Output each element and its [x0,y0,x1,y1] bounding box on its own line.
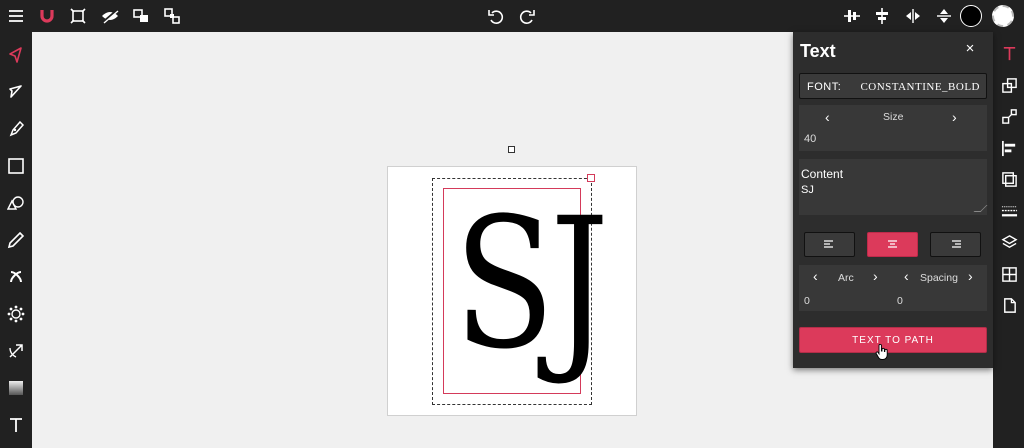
gradient-icon[interactable] [6,378,26,398]
arc-value[interactable]: 0 [804,295,810,307]
flip-vertical-icon[interactable] [934,6,954,26]
resize-icon[interactable] [999,106,1019,126]
left-toolbar [0,32,32,448]
arc-decrease-chevron-left-icon[interactable]: ‹ [813,269,818,283]
align-left-text-icon [824,239,833,248]
flip-horizontal-icon[interactable] [903,6,923,26]
menu-icon[interactable] [6,6,26,26]
align-center-horizontal-icon[interactable] [872,6,892,26]
rotate-handle[interactable] [508,146,515,153]
fill-color-swatch[interactable] [960,5,982,27]
font-selector[interactable]: FONT: CONSTANTINE_BOLD [799,73,987,99]
grid-icon[interactable] [999,264,1019,284]
arc-spacing-control: ‹ Arc › 0 ‹ Spacing › 0 [799,265,987,311]
undo-icon[interactable] [486,6,506,26]
align-text-left-button[interactable] [804,232,855,257]
size-increase-chevron-right-icon[interactable]: › [952,110,957,124]
pattern-icon[interactable] [6,304,26,324]
content-value[interactable]: SJ [801,184,814,196]
font-value: CONSTANTINE_BOLD [860,81,980,93]
text-panel-icon[interactable] [999,43,1019,63]
align-text-right-button[interactable] [930,232,981,257]
direct-select-icon[interactable] [6,82,26,102]
pen-icon[interactable] [6,119,26,139]
font-label: FONT: [807,81,842,93]
align-left-icon[interactable] [999,138,1019,158]
pointer-icon[interactable] [6,45,26,65]
content-textarea[interactable]: Content SJ [799,159,988,215]
shape-icon[interactable] [6,193,26,213]
align-center-text-icon [888,239,897,248]
size-decrease-chevron-left-icon[interactable]: ‹ [825,110,830,124]
close-icon[interactable]: × [963,41,977,56]
spacing-value[interactable]: 0 [897,295,903,307]
size-control: ‹ Size › 40 [799,105,987,151]
redo-icon[interactable] [517,6,537,26]
magnet-icon[interactable] [37,6,57,26]
pencil-icon[interactable] [6,230,26,250]
align-text-center-button[interactable] [867,232,918,257]
hide-icon[interactable] [100,6,120,26]
stroke-style-icon[interactable] [999,201,1019,221]
spacing-increase-chevron-right-icon[interactable]: › [968,269,973,283]
ungroup-icon[interactable] [162,6,182,26]
group-icon[interactable] [131,6,151,26]
align-right-text-icon [952,239,961,248]
canvas-text-object[interactable]: SJ [454,180,609,390]
panel-title: Text [800,41,836,61]
fit-frame-icon[interactable] [68,6,88,26]
size-label: Size [883,111,904,123]
hand-cursor-icon [875,344,888,360]
content-label: Content [801,167,844,181]
brush-icon[interactable] [6,267,26,287]
transform-icon[interactable] [999,75,1019,95]
stroke-color-swatch[interactable] [992,5,1014,27]
align-center-vertical-icon[interactable] [842,6,862,26]
layers-icon[interactable] [999,232,1019,252]
arc-increase-chevron-right-icon[interactable]: › [873,269,878,283]
spacing-label: Spacing [920,272,958,284]
right-toolbar [993,32,1024,448]
text-tool-icon[interactable] [6,415,26,435]
gradient-arrow-icon[interactable] [6,341,26,361]
textarea-resize-icon[interactable] [973,205,988,212]
top-toolbar [0,0,1024,32]
arc-label: Arc [838,272,854,284]
text-to-path-button[interactable]: TEXT TO PATH [799,327,987,353]
text-panel: Text × FONT: CONSTANTINE_BOLD ‹ Size › 4… [793,32,993,368]
rectangle-icon[interactable] [6,156,26,176]
spacing-decrease-chevron-left-icon[interactable]: ‹ [904,269,909,283]
document-icon[interactable] [999,295,1019,315]
boolean-icon[interactable] [999,169,1019,189]
size-value[interactable]: 40 [804,133,816,145]
